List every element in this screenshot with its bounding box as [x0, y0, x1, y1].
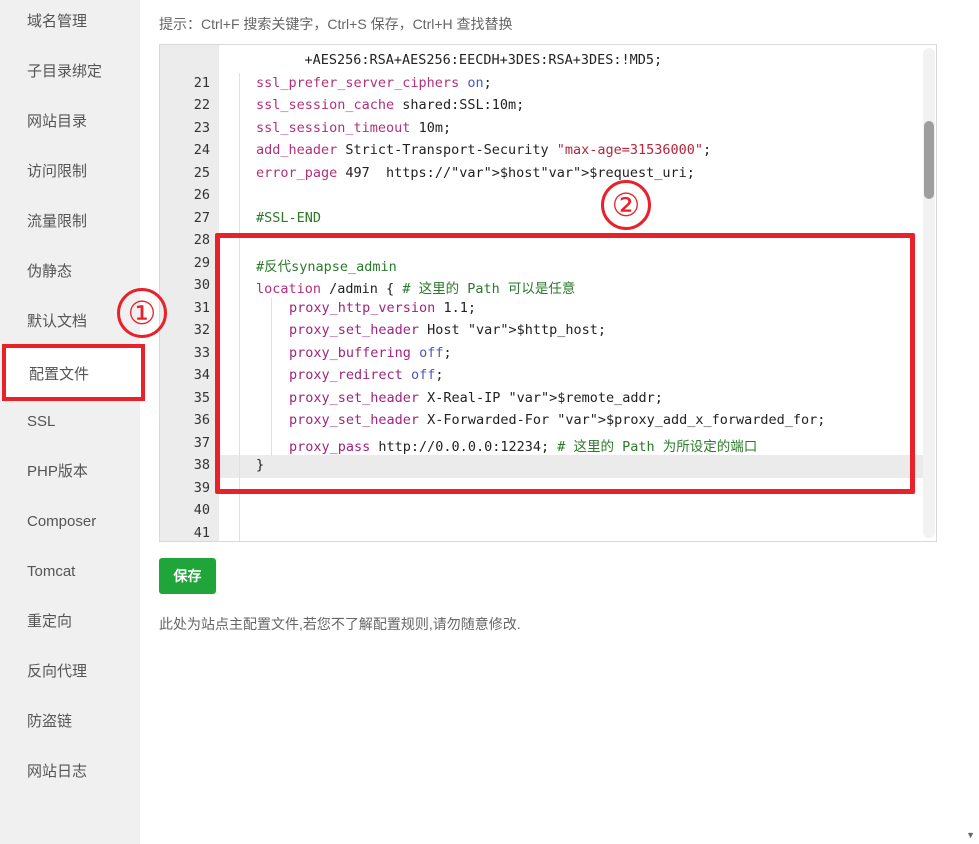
code-line: #SSL-END — [219, 208, 924, 231]
sidebar-item-label: 网站目录 — [27, 113, 88, 130]
code-line: ssl_session_timeout 10m; — [219, 118, 924, 141]
code-line: +AES256:RSA+AES256:EECDH+3DES:RSA+3DES:!… — [219, 50, 924, 73]
code-text: error_page 497 https://"var">$host"var">… — [256, 164, 695, 181]
sidebar-item-ssl[interactable]: SSL — [0, 400, 140, 450]
sidebar-item-hotlink[interactable]: 防盗链 — [0, 700, 140, 750]
sidebar-item-composer[interactable]: Composer — [0, 500, 140, 550]
sidebar-item-label: 域名管理 — [27, 13, 88, 30]
sidebar-item-label: 伪静态 — [27, 263, 73, 280]
line-number: 39 — [193, 479, 210, 496]
line-number: 40 — [193, 502, 210, 518]
editor-scrollbar[interactable] — [923, 48, 935, 538]
sidebar-item-label: 默认文档 — [27, 313, 88, 330]
code-line: add_header Strict-Transport-Security "ma… — [219, 140, 924, 163]
line-number: 33 — [193, 344, 210, 361]
code-line: ssl_prefer_server_ciphers on; — [219, 73, 924, 96]
line-number: 35 — [193, 389, 210, 406]
line-number: 24 — [193, 142, 210, 158]
sidebar-item-label: 子目录绑定 — [27, 63, 103, 80]
sidebar-item-subdir[interactable]: 子目录绑定 — [0, 50, 140, 100]
sidebar-item-config-file[interactable]: 配置文件 — [2, 344, 145, 401]
sidebar-item-traffic-limit[interactable]: 流量限制 — [0, 200, 140, 250]
line-number: 27 — [193, 209, 210, 226]
sidebar-item-access-limit[interactable]: 访问限制 — [0, 150, 140, 200]
code-text: +AES256:RSA+AES256:EECDH+3DES:RSA+3DES:!… — [272, 52, 663, 68]
page-scrollbar[interactable]: ▼ — [962, 0, 979, 844]
sidebar-item-label: Tomcat — [27, 563, 76, 580]
code-text: ssl_session_timeout 10m; — [256, 119, 452, 136]
code-text: #SSL-END — [256, 209, 322, 226]
line-number: 30 — [193, 277, 210, 293]
code-line: error_page 497 https://"var">$host"var">… — [219, 163, 924, 186]
line-number: 23 — [193, 119, 210, 136]
sidebar-item-site-dir[interactable]: 网站目录 — [0, 100, 140, 150]
annotation-highlight-box — [215, 233, 915, 494]
annotation-marker-1: ① — [117, 288, 167, 338]
line-number: 34 — [193, 367, 210, 383]
sidebar-item-site-log[interactable]: 网站日志 — [0, 750, 140, 800]
sidebar-item-label: 重定向 — [27, 613, 73, 630]
sidebar-item-label: 配置文件 — [29, 366, 90, 383]
editor-scroll-thumb[interactable] — [924, 121, 934, 199]
line-number: 41 — [193, 524, 210, 541]
config-warning-note: 此处为站点主配置文件,若您不了解配置规则,请勿随意修改. — [159, 616, 521, 632]
annotation-marker-2: ② — [601, 180, 651, 230]
line-number: 21 — [193, 74, 210, 91]
line-number: 32 — [193, 322, 210, 338]
line-number: 38 — [193, 457, 210, 473]
line-number: 22 — [193, 97, 210, 113]
sidebar: 域名管理 子目录绑定 网站目录 访问限制 流量限制 伪静态 默认文档 配置文件 … — [0, 0, 145, 844]
code-text: ssl_prefer_server_ciphers on; — [256, 74, 492, 91]
line-number-gutter: 21 22 23 24 25 26 27 28 29 30 31 32 33 34 35 36 37 38 39 40… — [160, 45, 219, 541]
code-text: ssl_session_cache shared:SSL:10m; — [256, 97, 525, 113]
sidebar-item-label: 防盗链 — [27, 713, 73, 730]
editor-hint: 提示：Ctrl+F 搜索关键字，Ctrl+S 保存，Ctrl+H 查找替换 — [159, 16, 513, 32]
sidebar-item-php-version[interactable]: PHP版本 — [0, 450, 140, 500]
line-number: 31 — [193, 299, 210, 316]
line-number: 37 — [193, 434, 210, 451]
sidebar-item-label: 流量限制 — [27, 213, 88, 230]
line-number: 29 — [193, 254, 210, 271]
line-number: 36 — [193, 412, 210, 428]
sidebar-item-label: PHP版本 — [27, 463, 88, 480]
sidebar-item-label: SSL — [27, 413, 56, 430]
save-button[interactable]: 保存 — [159, 558, 216, 594]
sidebar-item-tomcat[interactable]: Tomcat — [0, 550, 140, 600]
sidebar-item-label: 反向代理 — [27, 663, 88, 680]
line-number: 25 — [193, 164, 210, 181]
sidebar-item-rewrite[interactable]: 伪静态 — [0, 250, 140, 300]
code-text: add_header Strict-Transport-Security "ma… — [256, 142, 712, 158]
line-number: 26 — [193, 187, 210, 203]
sidebar-item-redirect[interactable]: 重定向 — [0, 600, 140, 650]
sidebar-item-label: 访问限制 — [27, 163, 88, 180]
code-line: ssl_session_cache shared:SSL:10m; — [219, 95, 924, 118]
sidebar-item-label: 网站日志 — [27, 763, 88, 780]
sidebar-item-domain[interactable]: 域名管理 — [0, 0, 140, 50]
line-number: 28 — [193, 232, 210, 248]
sidebar-item-reverse-proxy[interactable]: 反向代理 — [0, 650, 140, 700]
sidebar-item-label: Composer — [27, 513, 97, 530]
scroll-down-arrow-icon[interactable]: ▼ — [966, 830, 975, 840]
